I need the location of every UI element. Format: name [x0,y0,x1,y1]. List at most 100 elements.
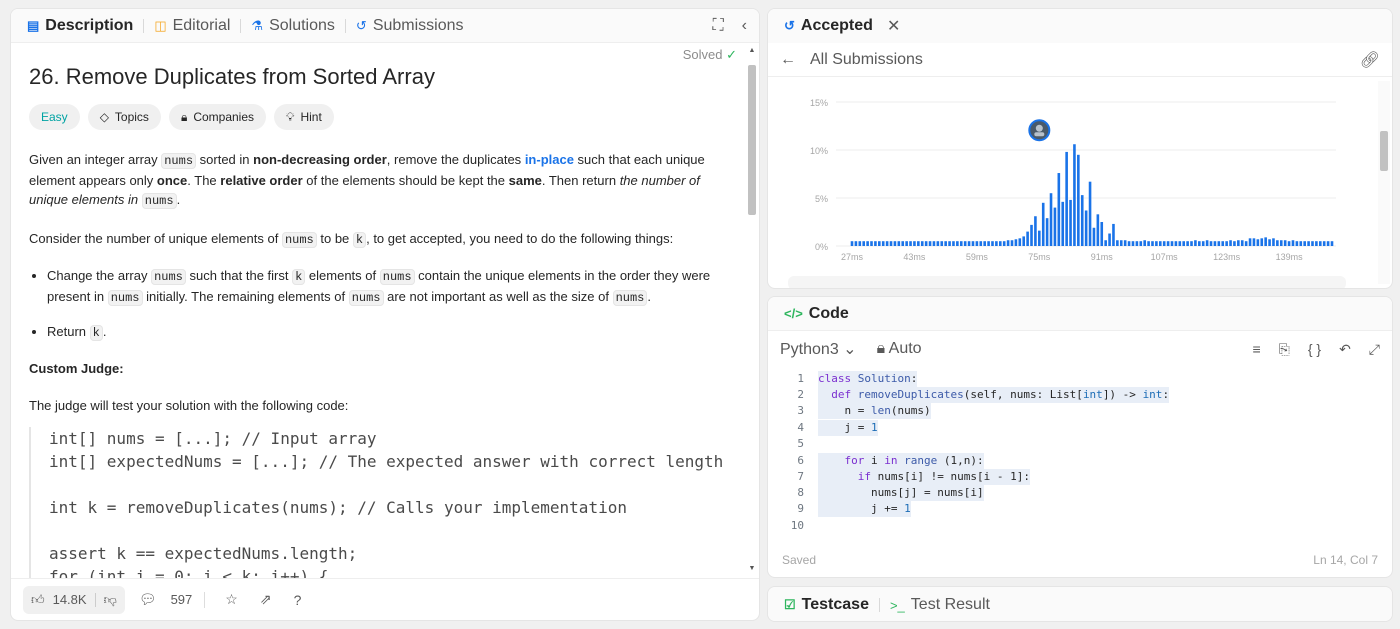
tab-label: Test Result [910,596,990,613]
difficulty-chip[interactable]: Easy [29,104,80,130]
scroll-up-icon[interactable]: ▲ [747,47,757,54]
maximize-icon[interactable]: ⛶ [712,17,723,35]
bar [913,241,916,246]
thumbs-up-icon[interactable]: 👍︎ [31,592,45,608]
bar [1057,173,1061,246]
judge-code-block: int[] nums = [...]; // Input array int[] … [29,427,727,578]
bar [909,241,912,246]
bar [928,241,932,246]
description-scrollbar[interactable]: ▲ ▼ [747,47,757,572]
tab-label: Description [45,16,134,34]
bar [991,241,994,246]
arrow-left-icon[interactable]: ← [780,51,796,69]
bar [1291,240,1295,246]
topics-chip[interactable]: ◇ Topics [87,104,161,130]
terminal-icon: >_ [889,597,905,613]
bookmark-icon[interactable]: ⎘ [1279,341,1290,358]
bar [987,241,990,246]
tab-label: Editorial [172,16,231,34]
x-tick-label: 107ms [1151,252,1179,262]
line-number: 1 [797,372,804,385]
companies-chip[interactable]: 🔒︎ Companies [168,104,267,130]
scroll-down-icon[interactable]: ▼ [747,565,757,572]
bar [1077,154,1080,246]
bar [1287,241,1291,246]
chevron-left-icon[interactable]: ‹ [742,17,747,35]
tab-accepted[interactable]: ↺ Accepted [778,17,879,35]
reset-icon[interactable]: ↶ [1339,341,1351,358]
bar [1018,238,1022,246]
tab-divider [344,18,346,33]
accepted-tabbar: ↺ Accepted ✕ [768,9,1392,43]
accepted-scrollbar[interactable] [1378,81,1390,284]
tab-submissions[interactable]: ↺ Submissions [350,17,470,35]
editor-status-bar: Saved Ln 14, Col 7 [768,543,1392,577]
line-number: 3 [797,404,804,417]
link-icon[interactable]: 🔗︎ [1360,50,1380,70]
code-line: def removeDuplicates(self, nums: List[in… [818,387,1170,404]
chip-label: Topics [114,109,149,124]
code-editor[interactable]: 1 2 3 4 5 6 7 8 9 10 class Solution: def… [768,371,1392,529]
bar [963,241,967,246]
bar [901,241,905,246]
bar [1065,151,1068,246]
bar [952,241,955,246]
bar [1330,241,1334,246]
bar [948,241,951,246]
bar [1237,240,1240,246]
bar [1014,239,1018,246]
bar [1256,239,1260,246]
bar [1158,241,1162,246]
braces-icon[interactable]: { } [1308,341,1321,358]
tab-testcase[interactable]: ☑ Testcase [778,596,875,614]
tab-code[interactable]: </> Code [778,305,855,323]
bar [1315,241,1318,246]
tab-divider [240,18,242,33]
help-icon[interactable]: ? [286,592,310,608]
tab-editorial[interactable]: ◫ Editorial [148,17,236,35]
tab-test-result[interactable]: >_ Test Result [884,596,996,614]
bar [1178,241,1182,246]
tab-label: Accepted [800,17,873,34]
bar [1198,241,1201,246]
bar [1174,241,1178,246]
bar [1166,241,1170,246]
bar [878,241,881,246]
like-count: 14.8K [52,592,87,607]
tab-solutions[interactable]: ⚗ Solutions [245,17,340,35]
format-icon[interactable]: ≡ [1252,341,1260,358]
hint-chip[interactable]: 💡︎ Hint [274,104,334,130]
problem-chips: Easy ◇ Topics 🔒︎ Companies 💡︎ Hint [29,104,727,130]
scrollbar-thumb[interactable] [1380,131,1388,171]
bar [940,241,944,246]
bar [1088,181,1092,246]
tab-label: Solutions [269,16,335,34]
like-group: 👍︎ 14.8K 👎︎ [23,585,125,614]
share-icon[interactable]: ⇗ [252,591,280,608]
bar [995,241,998,246]
bar [956,241,959,246]
language-select[interactable]: Python3 ⌄ [780,339,857,359]
list-item: Change the array nums such that the firs… [47,266,727,308]
all-submissions-link[interactable]: All Submissions [810,51,923,69]
thumbs-down-icon[interactable]: 👎︎ [104,592,117,608]
star-icon[interactable]: ☆ [217,591,246,608]
problem-tabbar: ▤ Description ◫ Editorial ⚗ Solutions ↺ … [11,9,759,43]
auto-mode[interactable]: 🔒︎ Auto [877,340,922,358]
line-number: 5 [797,437,804,450]
bar [850,241,854,246]
tab-description[interactable]: ▤ Description [21,17,139,35]
comment-icon[interactable]: 💬︎ [131,591,165,608]
history-icon: ↺ [355,17,367,33]
chip-label: Easy [41,109,68,124]
expand-icon[interactable]: ⤢ [1369,341,1380,358]
bar [1123,240,1127,246]
lock-icon: 🔒︎ [876,340,886,357]
close-icon[interactable]: ✕ [887,16,900,36]
bar [1108,233,1111,246]
scrollbar-thumb[interactable] [748,65,756,215]
bar [1080,195,1084,246]
bar [874,241,877,246]
bar [1213,241,1217,246]
bar [1252,238,1256,246]
